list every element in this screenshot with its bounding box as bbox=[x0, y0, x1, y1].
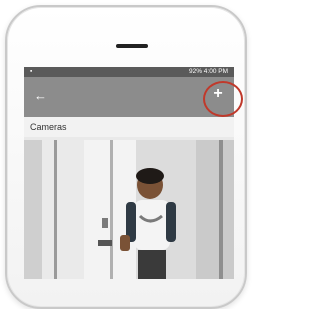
section-label: Cameras bbox=[30, 122, 67, 132]
camera-preview-image bbox=[24, 140, 234, 279]
camera-thumbnail[interactable] bbox=[24, 140, 234, 279]
phone-speaker bbox=[116, 44, 148, 48]
add-button-highlight bbox=[203, 81, 243, 117]
status-text: 92% 4:00 PM bbox=[188, 68, 228, 75]
arrow-left-icon[interactable]: ← bbox=[34, 88, 47, 103]
status-bar: ▪ 92% 4:00 PM bbox=[24, 67, 234, 77]
image-icon: ▪ bbox=[30, 68, 33, 75]
section-header: Cameras bbox=[24, 117, 234, 137]
